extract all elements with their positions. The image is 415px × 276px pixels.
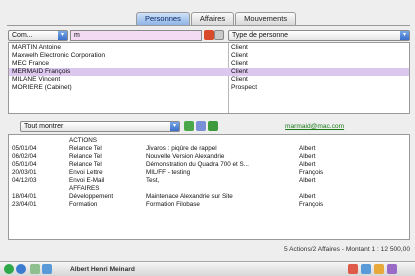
contact-type: Client (231, 76, 248, 83)
contact-name: MERMAID François (12, 68, 71, 75)
search-input[interactable]: m (70, 30, 202, 41)
action-desc: Démonstration du Quadra 700 et S... (146, 161, 249, 168)
tab-bar: Personnes Affaires Mouvements (136, 12, 297, 25)
field-select[interactable]: Com... ▾ (8, 30, 68, 41)
table-row: ACTIONS (9, 137, 409, 144)
action-who: Albert (299, 177, 316, 184)
contact-name: MEC France (12, 60, 50, 67)
tab-mouvements[interactable]: Mouvements (235, 12, 297, 25)
action-who: Albert (299, 161, 316, 168)
list-item[interactable]: MARTIN Antoine Client (9, 44, 409, 52)
chevron-down-icon: ▾ (400, 31, 409, 40)
show-select-label: Tout montrer (24, 123, 64, 130)
chevron-down-icon: ▾ (58, 31, 67, 40)
action-date: 05/01/04 (12, 145, 37, 152)
clear-icon[interactable] (214, 30, 224, 40)
search-go-icon[interactable] (204, 30, 214, 40)
field-select-label: Com... (12, 32, 33, 39)
contact-type: Prospect (231, 84, 258, 91)
list-item[interactable]: MORIERE (Cabinet) Prospect (9, 84, 409, 92)
action-desc: Maintenace Alexandrie sur Site (146, 193, 233, 200)
action-who: François (299, 201, 324, 208)
action-kind: AFFAIRES (69, 185, 100, 192)
app-window: Personnes Affaires Mouvements Com... ▾ m… (0, 0, 415, 276)
table-row[interactable]: 04/12/03 Envoi E-Mail Test, Albert (9, 177, 409, 184)
table-row[interactable]: 18/04/01 Développement Maintenace Alexan… (9, 193, 409, 200)
action-kind: Formation (69, 201, 98, 208)
action-who: Albert (299, 153, 316, 160)
table-row[interactable]: 05/01/04 Relance Tel Jivaros : piqûre de… (9, 145, 409, 152)
contact-type: Client (231, 44, 248, 51)
action-kind: Envoi Lettre (69, 169, 103, 176)
actions-table: ACTIONS 05/01/04 Relance Tel Jivaros : p… (8, 134, 410, 240)
table-row[interactable]: 23/04/01 Formation Formation Filobase Fr… (9, 201, 409, 208)
contacts-list: MARTIN Antoine Client Maxwelh Electronic… (8, 42, 410, 114)
type-select-label: Type de personne (232, 32, 289, 39)
action-kind: Envoi E-Mail (69, 177, 105, 184)
action-date: 20/03/01 (12, 169, 37, 176)
status-text: 5 Actions/2 Affaires - Montant 1 : 12 50… (284, 246, 410, 253)
list-item[interactable]: MEC France Client (9, 60, 409, 68)
document-icon[interactable] (208, 121, 218, 131)
action-desc: Nouvelle Version Alexandrie (146, 153, 225, 160)
email-link[interactable]: marmaid@mac.com (285, 123, 344, 130)
chevron-down-icon: ▾ (170, 122, 179, 131)
action-desc: Formation Filobase (146, 201, 200, 208)
table-row[interactable]: 06/02/04 Relance Tel Nouvelle Version Al… (9, 153, 409, 160)
action-desc: Test, (146, 177, 160, 184)
contact-name: MORIERE (Cabinet) (12, 84, 72, 91)
contact-name: MILANE Vincent (12, 76, 61, 83)
type-select[interactable]: Type de personne ▾ (228, 30, 410, 41)
action-desc: Jivaros : piqûre de rappel (146, 145, 217, 152)
action-kind: Relance Tel (69, 145, 102, 152)
contact-name: MARTIN Antoine (12, 44, 61, 51)
tab-affaires[interactable]: Affaires (190, 12, 235, 25)
action-date: 18/04/01 (12, 193, 37, 200)
contact-name: Maxwelh Electronic Corporation (12, 52, 106, 59)
contact-type: Client (231, 60, 248, 67)
table-row: AFFAIRES (9, 185, 409, 192)
notes-icon[interactable] (374, 264, 384, 274)
add-icon[interactable] (4, 264, 14, 274)
show-select[interactable]: Tout montrer ▾ (20, 121, 180, 132)
action-date: 04/12/03 (12, 177, 37, 184)
action-date: 23/04/01 (12, 201, 37, 208)
tab-divider (7, 25, 410, 26)
table-row[interactable]: 05/01/04 Relance Tel Démonstration du Qu… (9, 161, 409, 168)
action-kind: Relance Tel (69, 161, 102, 168)
action-kind: Relance Tel (69, 153, 102, 160)
contacts-icon[interactable] (30, 264, 40, 274)
calendar-icon[interactable] (196, 121, 206, 131)
action-who: Albert (299, 145, 316, 152)
print-icon[interactable] (42, 264, 52, 274)
calendar-icon[interactable] (361, 264, 371, 274)
action-kind: ACTIONS (69, 137, 97, 144)
mail-icon[interactable] (348, 264, 358, 274)
list-item[interactable]: Maxwelh Electronic Corporation Client (9, 52, 409, 60)
action-who: Albert (299, 193, 316, 200)
action-who: François (299, 169, 324, 176)
settings-icon[interactable] (387, 264, 397, 274)
contact-type: Client (231, 68, 248, 75)
refresh-icon[interactable] (16, 264, 26, 274)
contact-type: Client (231, 52, 248, 59)
tab-personnes[interactable]: Personnes (136, 12, 190, 25)
list-item-selected[interactable]: MERMAID François Client (9, 68, 409, 76)
action-kind: Développement (69, 193, 114, 200)
action-date: 05/01/04 (12, 161, 37, 168)
list-item[interactable]: MILANE Vincent Client (9, 76, 409, 84)
current-user: Albert Henri Meinard (70, 266, 135, 273)
action-date: 06/02/04 (12, 153, 37, 160)
table-row[interactable]: 20/03/01 Envoi Lettre MIL/FF - testing F… (9, 169, 409, 176)
bottom-toolbar: Albert Henri Meinard (0, 261, 415, 276)
contact-icon[interactable] (184, 121, 194, 131)
action-desc: MIL/FF - testing (146, 169, 191, 176)
